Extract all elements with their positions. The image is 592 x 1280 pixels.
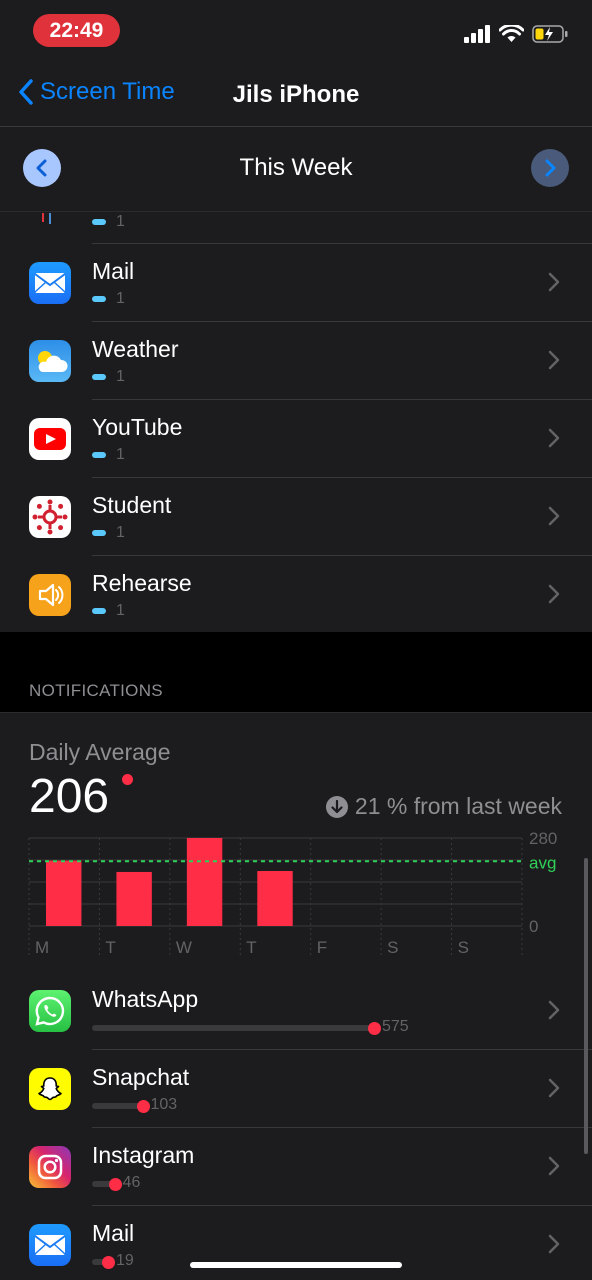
status-bar: 22:49	[0, 0, 592, 62]
list-item-youtube[interactable]: YouTube 1	[0, 400, 592, 478]
x-tick-0: M	[35, 938, 49, 957]
x-tick-1: T	[105, 938, 115, 957]
usage-count: 1	[116, 290, 125, 307]
x-tick-5: S	[387, 938, 398, 957]
battery-charging-icon	[532, 25, 568, 43]
usage-count: 1	[116, 524, 125, 541]
x-tick-3: T	[246, 938, 256, 957]
average-label: avg	[529, 853, 556, 872]
chevron-right-icon	[548, 1156, 560, 1176]
app-name: YouTube	[92, 414, 183, 440]
snapchat-icon	[29, 1068, 71, 1110]
app-name: Weather	[92, 336, 179, 362]
app-usage-list: 1 Mail 1 Weather 1 YouTube 1 Student 1 R…	[0, 212, 592, 632]
notification-count: 19	[116, 1252, 134, 1269]
notification-app-list: WhatsApp 575 Snapchat 103 Instagram 46 Mail 19	[0, 972, 592, 1280]
whatsapp-icon	[29, 990, 71, 1032]
notification-count-marker	[368, 1021, 381, 1035]
app-name: WhatsApp	[92, 986, 199, 1012]
notification-count-marker	[102, 1255, 115, 1269]
notification-count-bar	[92, 1103, 143, 1109]
chevron-right-icon	[548, 350, 560, 370]
usage-count: 1	[116, 446, 125, 463]
app-name: Instagram	[92, 1142, 195, 1168]
partial-app-icon	[40, 212, 54, 224]
bar-3	[257, 871, 293, 926]
usage-indicator: 1	[92, 290, 125, 307]
notification-app-mail[interactable]: Mail 19	[0, 1206, 592, 1280]
notification-count-bar	[92, 1025, 374, 1031]
instagram-icon	[29, 1146, 71, 1188]
bar-2	[186, 838, 223, 926]
chevron-right-icon	[548, 1234, 560, 1254]
list-item-mail[interactable]: Mail 1	[0, 244, 592, 322]
notifications-bar-chart[interactable]: avg 280 0 M T W T F S S	[0, 713, 592, 973]
chevron-right-icon	[548, 1078, 560, 1098]
usage-indicator: 1	[92, 368, 125, 385]
chevron-right-icon	[545, 159, 556, 177]
notification-count-marker	[136, 1099, 150, 1113]
bar-0	[46, 860, 82, 926]
usage-count: 1	[116, 213, 125, 230]
notification-app-whatsapp[interactable]: WhatsApp 575	[0, 972, 592, 1050]
notification-count-marker	[108, 1177, 122, 1191]
mail-icon	[29, 262, 71, 304]
week-selector: This Week	[0, 127, 592, 212]
chevron-right-icon	[548, 1000, 560, 1020]
list-item-rehearse[interactable]: Rehearse 1	[0, 556, 592, 634]
usage-indicator: 1	[92, 602, 125, 619]
cellular-signal-icon	[464, 25, 490, 43]
weather-icon	[29, 340, 71, 382]
scroll-indicator[interactable]	[584, 858, 588, 1154]
home-indicator[interactable]	[190, 1262, 402, 1268]
app-name: Rehearse	[92, 570, 192, 596]
notifications-summary: Daily Average 206 21 % from last week av…	[0, 712, 592, 972]
youtube-icon	[29, 418, 71, 460]
list-item-partial[interactable]: 1	[0, 212, 592, 244]
app-name: Snapchat	[92, 1064, 190, 1090]
notification-count: 46	[122, 1174, 141, 1191]
notification-app-snapchat[interactable]: Snapchat 103	[0, 1050, 592, 1128]
app-name: Mail	[92, 258, 135, 284]
chevron-right-icon	[548, 272, 560, 292]
app-name: Student	[92, 492, 172, 518]
mail-icon	[29, 1224, 71, 1266]
status-time: 22:49	[33, 14, 120, 47]
y-tick-max: 280	[529, 829, 557, 848]
notification-count: 103	[150, 1096, 178, 1113]
list-item-student[interactable]: Student 1	[0, 478, 592, 556]
status-icons	[464, 22, 568, 46]
chevron-right-icon	[548, 428, 560, 448]
next-week-button[interactable]	[531, 149, 569, 187]
notifications-section-header: NOTIFICATIONS	[29, 681, 163, 700]
x-tick-2: W	[176, 938, 192, 957]
app-name: Mail	[92, 1220, 135, 1246]
y-tick-min: 0	[529, 917, 538, 936]
usage-indicator: 1	[92, 524, 125, 541]
chevron-right-icon	[548, 506, 560, 526]
usage-count: 1	[116, 368, 125, 385]
usage-count: 1	[116, 602, 125, 619]
rehearse-icon	[29, 574, 71, 616]
wifi-icon	[499, 25, 524, 42]
chevron-right-icon	[548, 584, 560, 604]
bar-1	[116, 871, 152, 926]
week-label: This Week	[239, 154, 353, 181]
page-title: Jils iPhone	[232, 81, 360, 108]
notification-app-instagram[interactable]: Instagram 46	[0, 1128, 592, 1206]
notification-count: 575	[382, 1018, 409, 1035]
usage-indicator: 1	[92, 446, 125, 463]
usage-indicator: 1	[92, 213, 125, 230]
student-icon	[29, 496, 71, 538]
list-item-weather[interactable]: Weather 1	[0, 322, 592, 400]
x-tick-6: S	[458, 938, 469, 957]
navigation-bar: Screen Time Jils iPhone	[0, 62, 592, 127]
x-tick-4: F	[317, 938, 327, 957]
